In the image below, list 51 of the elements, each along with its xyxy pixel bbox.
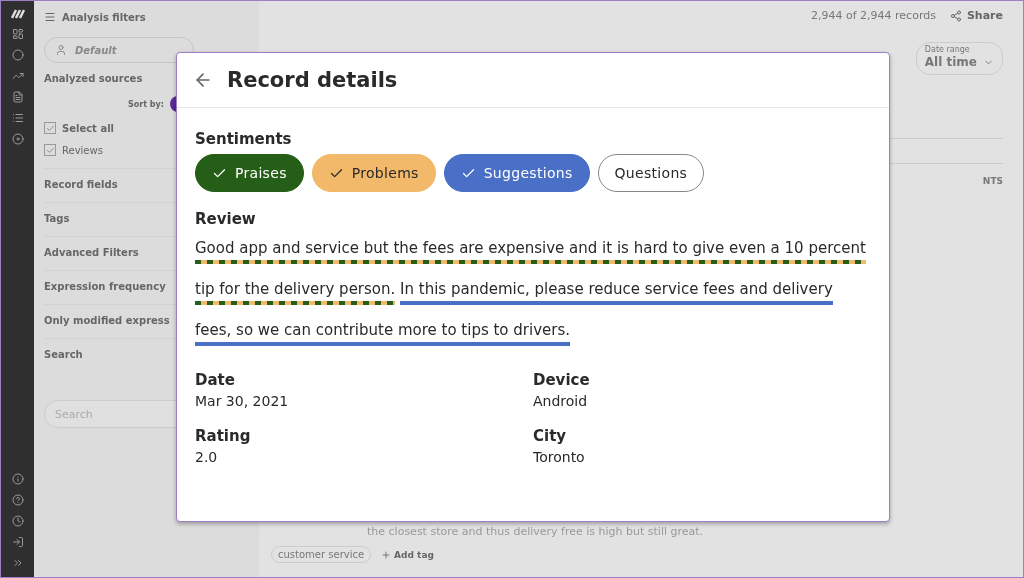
section-label[interactable]: Record fields [44, 179, 118, 190]
dialog-title: Record details [227, 68, 398, 92]
share-icon [949, 9, 962, 22]
user-icon [55, 44, 67, 56]
nav-icon[interactable] [11, 112, 24, 124]
sort-label: Sort by: [128, 99, 164, 109]
checkbox-label: Reviews [62, 144, 103, 156]
field-label: Rating [195, 427, 252, 445]
comment-text: the closest store and thus delivery free is high but still great. [367, 525, 704, 538]
section-label[interactable]: Advanced Filters [44, 247, 139, 258]
nav-icon[interactable] [11, 557, 24, 569]
field-value: 2.0 [195, 449, 219, 465]
nav-icon[interactable] [11, 536, 24, 548]
share-button[interactable]: Share [949, 9, 1003, 22]
record-count: 2,944 of 2,944 records [811, 9, 936, 22]
nav-icon[interactable] [11, 133, 24, 145]
sentiment-chip[interactable]: Problems [311, 154, 436, 192]
panel-title: Analysis filters [62, 11, 146, 23]
nav-icon[interactable] [11, 515, 24, 527]
sentiment-chip[interactable]: Suggestions [443, 154, 590, 192]
section-label[interactable]: Expression frequency [44, 281, 166, 292]
column-header: NTS [982, 176, 1003, 186]
check-icon [45, 145, 55, 155]
sentiment-chip[interactable]: Questions [597, 154, 705, 192]
field-label: City [533, 427, 568, 445]
field-label: Review [195, 210, 257, 228]
check-icon [45, 123, 55, 133]
field-value: Android [533, 393, 589, 409]
checkbox[interactable] [44, 122, 56, 134]
field-value: Toronto [533, 449, 586, 465]
section-label[interactable]: Search [44, 349, 83, 360]
section-label: Analyzed sources [44, 73, 143, 84]
checkbox-label: Select all [62, 122, 114, 134]
nav-icon[interactable] [11, 28, 24, 40]
field-label: Device [533, 371, 591, 389]
logo-icon [10, 9, 25, 19]
nav-icon[interactable] [11, 473, 24, 485]
checkbox[interactable] [44, 144, 56, 156]
nav-icon[interactable] [11, 70, 24, 82]
field-label: Sentiments [195, 130, 293, 148]
section-label[interactable]: Only modified express [44, 315, 170, 326]
nav-icon[interactable] [11, 91, 24, 103]
field-label: Date [195, 371, 236, 389]
section-label[interactable]: Tags [44, 213, 70, 224]
nav-icon[interactable] [11, 494, 24, 506]
add-tag-button[interactable]: Add tag [381, 549, 434, 560]
plus-icon [381, 549, 392, 560]
nav-icon[interactable] [11, 49, 24, 61]
sentiment-chip[interactable]: Praises [195, 154, 304, 192]
menu-icon[interactable] [44, 11, 56, 23]
date-range-dropdown[interactable]: Date range All time [915, 42, 1003, 75]
